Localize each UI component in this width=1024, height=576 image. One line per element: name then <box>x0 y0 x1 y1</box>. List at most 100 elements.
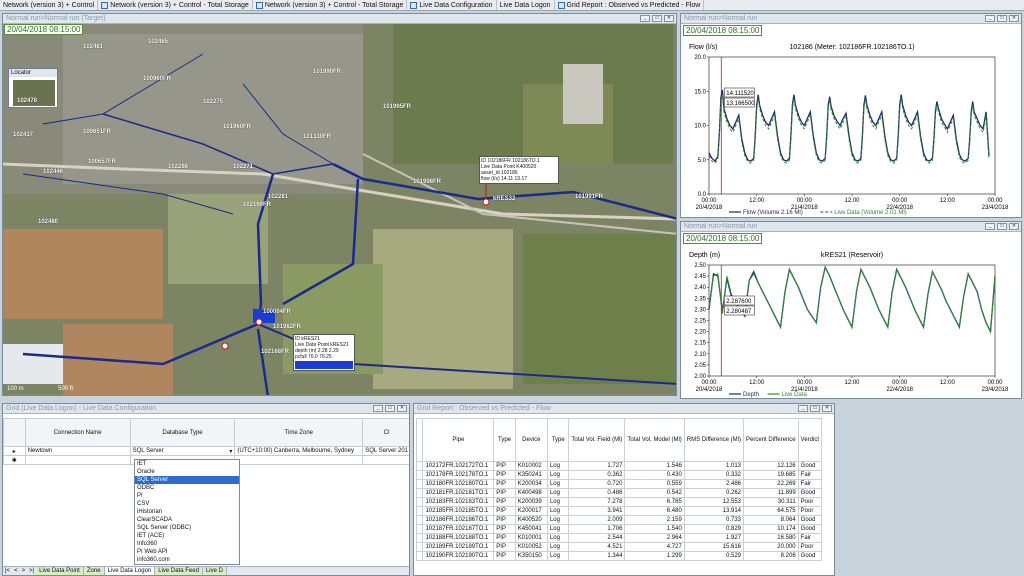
dropdown-option[interactable]: Oracle <box>135 468 239 476</box>
table-cell[interactable]: 11.899 <box>743 488 799 498</box>
table-cell[interactable]: K200017 <box>514 506 548 516</box>
table-cell[interactable]: PIP <box>493 524 516 534</box>
table-cell[interactable]: K400498 <box>514 488 548 498</box>
table-cell[interactable]: PIP <box>493 515 516 525</box>
dropdown-option[interactable]: Info360 <box>135 540 239 548</box>
table-cell[interactable]: 4.727 <box>624 542 685 552</box>
close-button[interactable]: ✕ <box>1009 223 1019 230</box>
table-cell[interactable]: 0.430 <box>624 470 685 480</box>
col-device[interactable]: Device <box>514 418 548 462</box>
table-cell[interactable]: 30.311 <box>743 497 799 507</box>
table-cell[interactable]: 0.362 <box>568 470 626 480</box>
dropdown-option[interactable]: info360.com <box>135 556 239 564</box>
dropdown-option[interactable]: SQL Server (ODBC) <box>135 524 239 532</box>
cell-empty[interactable] <box>24 455 131 465</box>
tab-live-d[interactable]: Live D <box>202 567 227 575</box>
table-cell[interactable]: 13.914 <box>683 506 745 516</box>
col-total-vol-field[interactable]: Total Vol. Field (Ml) <box>568 418 626 462</box>
close-button[interactable]: ✕ <box>397 405 407 412</box>
table-cell[interactable]: Poor <box>797 497 823 507</box>
table-cell[interactable]: 102189FR.102189TO.1 <box>422 542 495 552</box>
table-cell[interactable]: 1.727 <box>568 461 626 471</box>
table-cell[interactable]: Good <box>797 515 823 525</box>
table-cell[interactable]: 0.332 <box>683 470 745 480</box>
minimize-button[interactable]: _ <box>373 405 383 412</box>
col-rms-difference[interactable]: RMS Difference (Ml) <box>683 418 745 462</box>
table-cell[interactable]: 1.299 <box>624 551 685 561</box>
table-cell[interactable]: 4.521 <box>568 542 626 552</box>
table-cell[interactable]: 0.720 <box>568 479 626 489</box>
cell-empty[interactable] <box>362 455 409 465</box>
table-cell[interactable]: Good <box>797 488 823 498</box>
dropdown-option-selected[interactable]: SQL Server <box>135 476 239 484</box>
restore-button[interactable]: ▭ <box>997 15 1007 22</box>
doc-tab-network-control[interactable]: Network (version 3) + Control <box>0 0 99 10</box>
cell-cl[interactable]: SQL Server 201 <box>362 446 409 456</box>
close-button[interactable]: ✕ <box>664 15 674 22</box>
table-cell[interactable]: Log <box>546 506 570 516</box>
col-cl[interactable]: Cl <box>362 418 409 447</box>
dropdown-option[interactable]: CSV <box>135 500 239 508</box>
table-cell[interactable]: 102172FR.102172TO.1 <box>422 461 495 471</box>
doc-tab-total-storage-2[interactable]: Network (version 3) + Control - Total St… <box>253 0 408 10</box>
table-cell[interactable]: 8.064 <box>743 515 799 525</box>
nav-first-icon[interactable]: |< <box>3 567 12 575</box>
doc-tab-grid-report[interactable]: Grid Report : Observed vs Predicted - Fl… <box>555 0 705 10</box>
table-cell[interactable]: 16.580 <box>743 533 799 543</box>
table-cell[interactable]: 102187FR.102187TO.1 <box>422 524 495 534</box>
dropdown-option[interactable]: ClearSCADA <box>135 516 239 524</box>
table-cell[interactable]: 2.009 <box>568 515 626 525</box>
table-cell[interactable]: K400520 <box>514 515 548 525</box>
restore-button[interactable]: ▭ <box>810 405 820 412</box>
table-row[interactable]: 102183FR.102183TO.1 PIP K200039 Log 7.278 6.7… <box>415 497 823 507</box>
table-row[interactable]: 102189FR.102189TO.1 PIP K010052 Log 4.521 4.7… <box>415 542 823 552</box>
table-cell[interactable]: 0.829 <box>683 524 745 534</box>
table-cell[interactable]: 102180FR.102180TO.1 <box>422 479 495 489</box>
col-device-type[interactable]: Type <box>546 418 570 462</box>
table-cell[interactable]: PIP <box>493 488 516 498</box>
minimize-button[interactable]: _ <box>640 15 650 22</box>
table-cell[interactable]: 0.262 <box>683 488 745 498</box>
table-cell[interactable]: Log <box>546 542 570 552</box>
table-row[interactable]: 102181FR.102181TO.1 PIP K400498 Log 0.486 0.5… <box>415 488 823 498</box>
restore-button[interactable]: ▭ <box>997 223 1007 230</box>
cell-empty[interactable] <box>234 455 364 465</box>
table-cell[interactable]: K450041 <box>514 524 548 534</box>
dropdown-option[interactable]: PI Web API <box>135 548 239 556</box>
table-cell[interactable]: 6.785 <box>624 497 685 507</box>
table-cell[interactable]: 102183FR.102183TO.1 <box>422 497 495 507</box>
table-cell[interactable]: 2.486 <box>683 479 745 489</box>
table-cell[interactable]: 2.964 <box>624 533 685 543</box>
table-cell[interactable]: 0.542 <box>624 488 685 498</box>
table-cell[interactable]: K010002 <box>514 461 548 471</box>
col-total-vol-model[interactable]: Total Vol. Model (Ml) <box>624 418 685 462</box>
table-cell[interactable]: 0.733 <box>683 515 745 525</box>
table-cell[interactable]: Log <box>546 515 570 525</box>
table-cell[interactable]: 1.540 <box>624 524 685 534</box>
map-canvas[interactable]: 20/04/2018 08:15:00 Locator 102481 10248… <box>3 24 676 395</box>
table-cell[interactable]: 6.480 <box>624 506 685 516</box>
table-cell[interactable]: 12.553 <box>683 497 745 507</box>
table-cell[interactable]: Log <box>546 461 570 471</box>
table-cell[interactable]: 15.616 <box>683 542 745 552</box>
table-cell[interactable]: 2.159 <box>624 515 685 525</box>
col-pipe[interactable]: Pipe <box>422 418 495 462</box>
table-cell[interactable]: Fair <box>797 479 823 489</box>
nav-next-icon[interactable]: > <box>20 567 28 575</box>
table-cell[interactable]: Good <box>797 551 823 561</box>
database-type-dropdown-list[interactable]: IET Oracle SQL Server ODBC PI CSV iHisto… <box>134 459 240 565</box>
table-cell[interactable]: 102181FR.102181TO.1 <box>422 488 495 498</box>
col-verdict[interactable]: Verdict <box>797 418 823 462</box>
col-database-type[interactable]: Database Type <box>129 418 236 447</box>
doc-tab-live-data-logon[interactable]: Live Data Logon <box>497 0 555 10</box>
depth-chart[interactable]: kRES21 (Reservoir)Depth (m)2.002.052.102… <box>681 232 1021 398</box>
dropdown-arrow-icon[interactable]: ▾ <box>229 448 232 455</box>
table-cell[interactable]: K010052 <box>514 542 548 552</box>
minimize-button[interactable]: _ <box>985 223 995 230</box>
dropdown-option[interactable]: ODBC <box>135 484 239 492</box>
table-cell[interactable]: 1.344 <box>568 551 626 561</box>
nav-last-icon[interactable]: >| <box>27 567 36 575</box>
table-row[interactable]: 102172FR.102172TO.1 PIP K010002 Log 1.727 1.5… <box>415 461 823 471</box>
doc-tab-total-storage-1[interactable]: Network (version 3) + Control - Total St… <box>98 0 253 10</box>
table-cell[interactable]: PIP <box>493 506 516 516</box>
